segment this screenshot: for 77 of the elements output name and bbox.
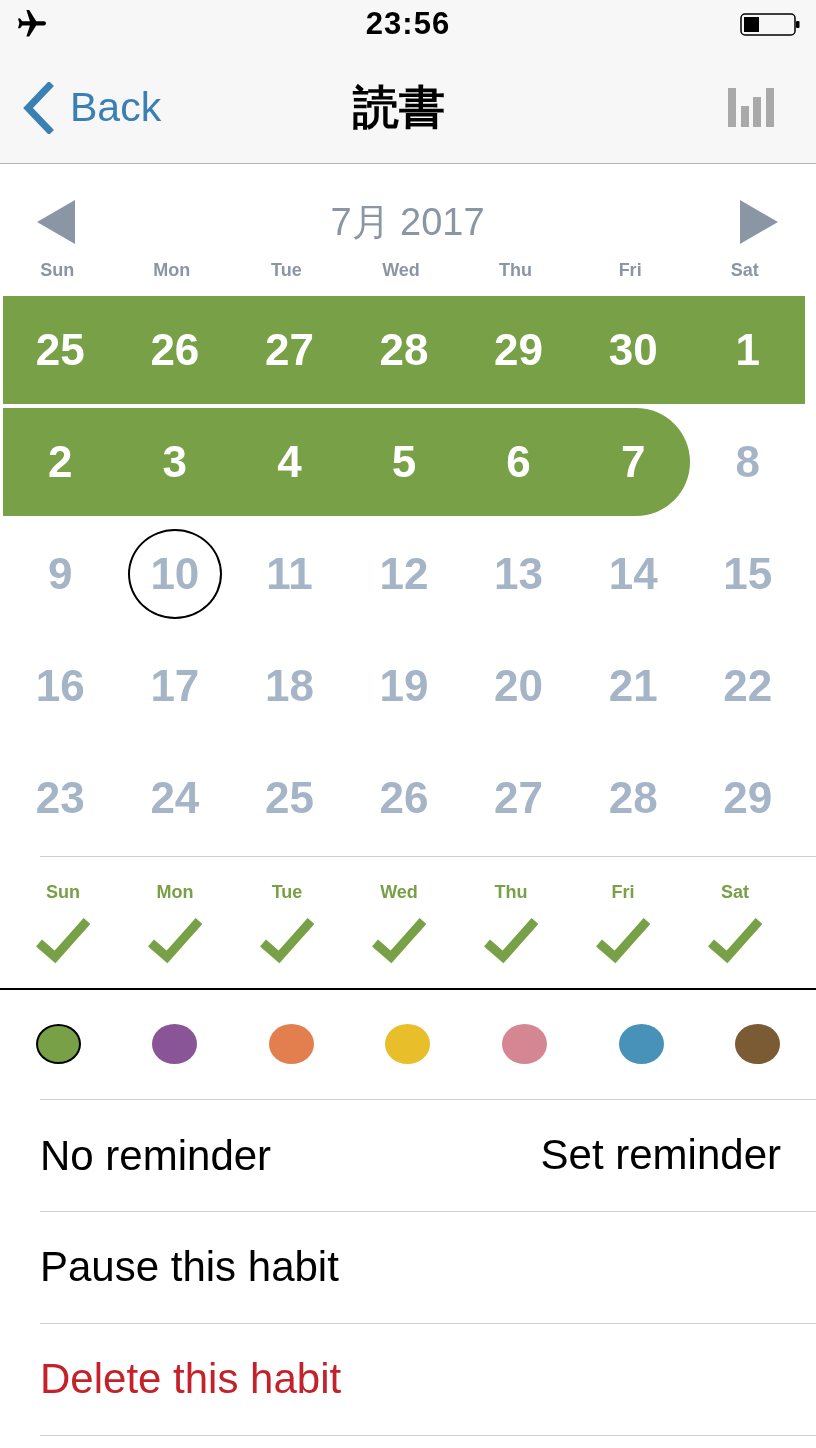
calendar-day[interactable]: 29 xyxy=(461,296,576,404)
calendar-day[interactable]: 12 xyxy=(346,520,462,628)
calendar-day[interactable]: 26 xyxy=(346,744,462,852)
habit-action-button[interactable]: Pause this habit xyxy=(40,1243,339,1292)
weekday-label: Sat xyxy=(721,882,749,902)
calendar-day[interactable]: 2 xyxy=(3,408,118,516)
weekday-label: Thu xyxy=(494,882,528,902)
color-swatch-icon[interactable] xyxy=(502,1024,548,1064)
calendar-day[interactable]: 3 xyxy=(117,408,233,516)
weekday-label: Mon xyxy=(156,882,194,902)
check-icon[interactable] xyxy=(371,917,427,964)
weekday-label: Wed xyxy=(380,882,418,902)
calendar-day[interactable]: 6 xyxy=(461,408,576,516)
screen-title: 読書 xyxy=(352,78,445,136)
weekday-label: Sun xyxy=(40,259,75,281)
weekday-label: Fri xyxy=(611,882,635,902)
calendar-day[interactable]: 16 xyxy=(3,632,118,740)
calendar-day[interactable]: 25 xyxy=(232,744,347,852)
calendar-day[interactable]: 5 xyxy=(346,408,462,516)
triangle-right-icon[interactable] xyxy=(740,200,778,244)
calendar-day[interactable]: 21 xyxy=(575,632,691,740)
calendar-day[interactable]: 27 xyxy=(232,296,347,404)
calendar-day[interactable]: 25 xyxy=(3,296,118,404)
calendar-day[interactable]: 4 xyxy=(232,408,347,516)
color-swatch-icon[interactable] xyxy=(35,1024,81,1064)
calendar-day[interactable]: 10 xyxy=(117,520,233,628)
calendar-day[interactable]: 30 xyxy=(575,296,691,404)
weekday-label: Sat xyxy=(730,259,759,281)
calendar-day[interactable]: 28 xyxy=(575,744,691,852)
calendar-day[interactable]: 1 xyxy=(690,296,805,404)
color-swatch-icon[interactable] xyxy=(268,1024,314,1064)
weekday-label: Sun xyxy=(46,882,80,902)
check-icon[interactable] xyxy=(259,917,315,964)
weekday-label: Mon xyxy=(153,259,191,281)
calendar-day[interactable]: 17 xyxy=(117,632,233,740)
set-reminder-button[interactable]: Set reminder xyxy=(540,1131,781,1180)
calendar-day[interactable]: 26 xyxy=(117,296,233,404)
airplane-icon xyxy=(16,10,48,38)
month-title: 7月 2017 xyxy=(330,199,485,245)
battery-icon xyxy=(740,12,800,36)
calendar-day[interactable]: 8 xyxy=(690,408,805,516)
triangle-left-icon[interactable] xyxy=(37,200,75,244)
check-icon[interactable] xyxy=(595,917,651,964)
calendar-day[interactable]: 22 xyxy=(690,632,805,740)
check-icon[interactable] xyxy=(35,917,91,964)
weekday-label: Tue xyxy=(271,882,303,902)
color-swatch-icon[interactable] xyxy=(735,1024,781,1064)
calendar-day[interactable]: 11 xyxy=(232,520,347,628)
calendar-day[interactable]: 13 xyxy=(461,520,576,628)
calendar-day[interactable]: 20 xyxy=(461,632,576,740)
calendar-day[interactable]: 23 xyxy=(3,744,118,852)
color-swatch-icon[interactable] xyxy=(385,1024,431,1064)
calendar-day[interactable]: 9 xyxy=(3,520,118,628)
color-swatch-icon[interactable] xyxy=(618,1024,664,1064)
check-icon[interactable] xyxy=(483,917,539,964)
calendar-day[interactable]: 28 xyxy=(346,296,462,404)
weekday-label: Thu xyxy=(499,259,533,281)
check-icon[interactable] xyxy=(147,917,203,964)
calendar-day[interactable]: 29 xyxy=(690,744,805,852)
weekday-label: Fri xyxy=(618,259,642,281)
reminder-status: No reminder xyxy=(40,1131,272,1180)
weekday-label: Tue xyxy=(271,259,302,281)
bar-chart-icon[interactable] xyxy=(728,88,776,127)
calendar-day[interactable]: 15 xyxy=(690,520,805,628)
calendar-day[interactable]: 7 xyxy=(575,408,691,516)
weekday-label: Wed xyxy=(382,259,420,281)
back-button[interactable]: Back xyxy=(21,81,162,134)
calendar-day[interactable]: 14 xyxy=(575,520,691,628)
color-swatch-icon[interactable] xyxy=(152,1024,198,1064)
calendar-day[interactable]: 24 xyxy=(117,744,233,852)
chevron-left-icon[interactable] xyxy=(21,81,54,134)
calendar-day[interactable]: 19 xyxy=(346,632,462,740)
check-icon[interactable] xyxy=(707,917,763,964)
delete-button[interactable]: Delete this habit xyxy=(40,1355,342,1404)
status-time: 23:56 xyxy=(365,6,451,42)
calendar-day[interactable]: 18 xyxy=(232,632,347,740)
calendar-day[interactable]: 27 xyxy=(461,744,576,852)
